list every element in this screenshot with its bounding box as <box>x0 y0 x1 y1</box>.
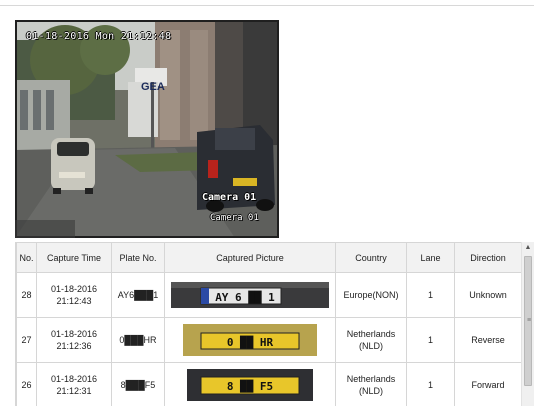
country-code: (NLD) <box>359 341 383 351</box>
table-scrollbar[interactable]: ▲ ≡ <box>521 242 534 406</box>
camera-live-view[interactable]: GEA 01-18-2016 Mon 21:12:48 Camera 01 Ca… <box>15 20 279 238</box>
cell-capture-time: 01-18-2016 21:12:31 <box>36 362 112 406</box>
capture-table: No. Capture Time Plate No. Captured Pict… <box>16 242 521 406</box>
country-code: (NLD) <box>359 386 383 396</box>
table-row[interactable]: 28 01-18-2016 21:12:43 AY6███1 AY 6 ██ 1 <box>16 272 521 318</box>
col-header-lane[interactable]: Lane <box>406 242 455 273</box>
cell-lane: 1 <box>406 362 455 406</box>
cell-captured-picture[interactable]: 0 ██ HR <box>164 317 336 363</box>
cell-no: 26 <box>16 362 37 406</box>
capture-date: 01-18-2016 <box>50 374 98 384</box>
cell-capture-time: 01-18-2016 21:12:43 <box>36 272 112 318</box>
cell-country: Netherlands (NLD) <box>335 317 407 363</box>
osd-timestamp: 01-18-2016 Mon 21:12:48 <box>26 31 172 42</box>
camera-scene <box>15 20 279 238</box>
col-header-captured-picture[interactable]: Captured Picture <box>164 242 336 273</box>
capture-clock: 21:12:31 <box>56 386 92 396</box>
country-name: Netherlands <box>346 329 396 339</box>
cell-direction: Forward <box>454 362 521 406</box>
country-name: Europe(NON) <box>343 290 399 300</box>
col-header-direction[interactable]: Direction <box>454 242 521 273</box>
col-header-capture-time[interactable]: Capture Time <box>36 242 112 273</box>
cell-captured-picture[interactable]: AY 6 ██ 1 <box>164 272 336 318</box>
cell-no: 28 <box>16 272 37 318</box>
plate-thumbnail[interactable]: 8 ██ F5 <box>187 369 313 401</box>
cell-plate-no: 8███F5 <box>111 362 165 406</box>
cell-captured-picture[interactable]: 8 ██ F5 <box>164 362 336 406</box>
table-row[interactable]: 27 01-18-2016 21:12:36 0███HR 0 ██ HR Ne… <box>16 317 521 363</box>
col-header-no[interactable]: No. <box>16 242 37 273</box>
country-name: Netherlands <box>346 374 396 384</box>
osd-channel-label-ghost: Camera 01 <box>210 213 259 223</box>
scroll-thumb[interactable]: ≡ <box>524 256 532 386</box>
col-header-country[interactable]: Country <box>335 242 407 273</box>
cell-direction: Unknown <box>454 272 521 318</box>
cell-no: 27 <box>16 317 37 363</box>
cell-lane: 1 <box>406 272 455 318</box>
table-row[interactable]: 26 01-18-2016 21:12:31 8███F5 8 ██ F5 Ne… <box>16 362 521 406</box>
top-divider <box>0 5 534 6</box>
capture-clock: 21:12:36 <box>56 341 92 351</box>
capture-date: 01-18-2016 <box>50 284 98 294</box>
plate-thumbnail[interactable]: AY 6 ██ 1 <box>171 282 329 308</box>
cell-country: Netherlands (NLD) <box>335 362 407 406</box>
table-header-row: No. Capture Time Plate No. Captured Pict… <box>16 242 521 273</box>
col-header-plate-no[interactable]: Plate No. <box>111 242 165 273</box>
plate-thumbnail-text: 0 ██ HR <box>227 335 274 349</box>
cell-direction: Reverse <box>454 317 521 363</box>
capture-clock: 21:12:43 <box>56 296 92 306</box>
cell-plate-no: AY6███1 <box>111 272 165 318</box>
plate-thumbnail[interactable]: 0 ██ HR <box>183 324 317 356</box>
cell-capture-time: 01-18-2016 21:12:36 <box>36 317 112 363</box>
plate-thumbnail-text: 8 ██ F5 <box>227 379 273 393</box>
scroll-up-arrow-icon[interactable]: ▲ <box>522 242 534 254</box>
cell-lane: 1 <box>406 317 455 363</box>
osd-channel-label: Camera 01 <box>202 192 257 203</box>
storefront-sign: GEA <box>141 81 165 93</box>
plate-thumbnail-text: AY 6 ██ 1 <box>215 290 275 304</box>
cell-plate-no: 0███HR <box>111 317 165 363</box>
grip-lines-icon: ≡ <box>526 317 532 324</box>
cell-country: Europe(NON) <box>335 272 407 318</box>
capture-table-container: No. Capture Time Plate No. Captured Pict… <box>15 242 522 406</box>
capture-date: 01-18-2016 <box>50 329 98 339</box>
